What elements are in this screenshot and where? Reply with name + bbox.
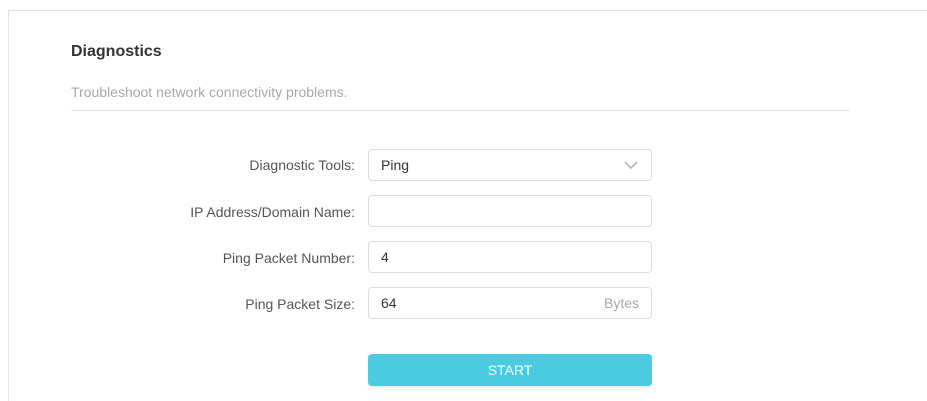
diagnostics-panel: Diagnostics Troubleshoot network connect…: [8, 10, 927, 401]
page-title: Diagnostics: [71, 43, 162, 60]
ping-packet-size-field: Bytes: [368, 287, 652, 319]
chevron-down-icon: [624, 161, 638, 170]
diagnostic-tools-value: Ping: [381, 157, 410, 173]
diagnostic-tools-label: Diagnostic Tools:: [249, 157, 355, 173]
header-divider: [71, 110, 850, 111]
ping-packet-number-label: Ping Packet Number:: [222, 250, 355, 266]
diagnostic-tools-select[interactable]: Ping: [368, 149, 652, 181]
ping-packet-number-input[interactable]: [368, 241, 652, 273]
ping-packet-size-input[interactable]: [381, 295, 561, 311]
ip-address-input[interactable]: [368, 195, 652, 227]
ping-packet-size-label: Ping Packet Size:: [245, 296, 355, 312]
ip-address-label: IP Address/Domain Name:: [190, 204, 355, 220]
start-button[interactable]: START: [368, 354, 652, 386]
page-subtitle: Troubleshoot network connectivity proble…: [71, 84, 348, 100]
bytes-unit-label: Bytes: [603, 295, 639, 311]
